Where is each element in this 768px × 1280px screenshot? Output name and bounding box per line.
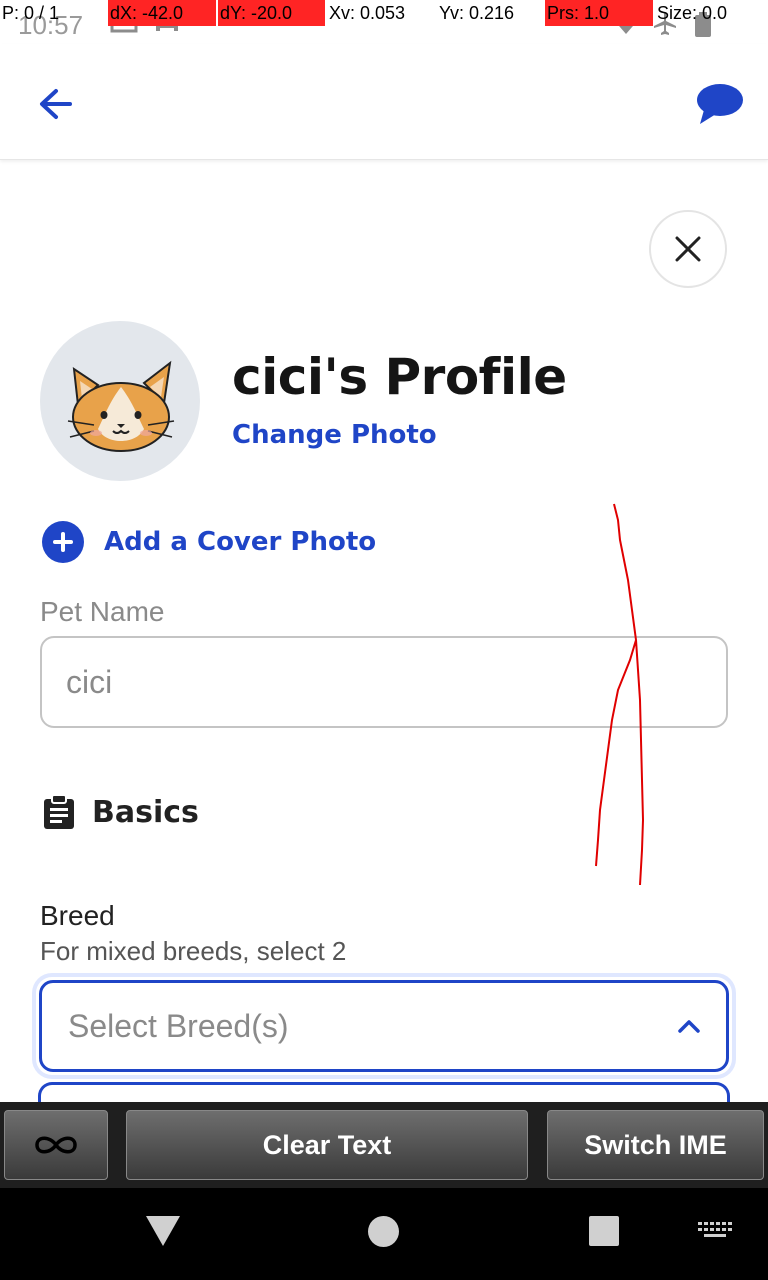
chevron-up-icon (678, 1020, 700, 1033)
debug-size: Size: 0.0 (657, 3, 728, 23)
add-cover-photo-button[interactable]: Add a Cover Photo (42, 520, 376, 564)
touch-trace-line (595, 503, 645, 886)
pet-name-label: Pet Name (40, 596, 165, 627)
infinity-button[interactable] (4, 1110, 108, 1180)
screen: 10:57 P: 0 / 1 dX: -42.0 dY: -20.0 Xv: 0… (0, 0, 768, 1280)
nav-recents-icon[interactable] (589, 1216, 619, 1246)
nav-home-icon[interactable] (368, 1216, 399, 1247)
breed-hint: For mixed breeds, select 2 (40, 936, 347, 966)
switch-ime-button[interactable]: Switch IME (547, 1110, 764, 1180)
clear-text-button[interactable]: Clear Text (126, 1110, 528, 1180)
breed-label: Breed (40, 900, 115, 931)
avatar[interactable] (40, 321, 200, 481)
chat-button[interactable] (694, 80, 746, 128)
debug-yv: Yv: 0.216 (439, 3, 515, 23)
chat-bubble-icon (697, 84, 743, 124)
clipboard-icon (44, 794, 74, 829)
change-photo-link[interactable]: Change Photo (232, 420, 437, 450)
basics-section-header: Basics (42, 794, 199, 830)
debug-pressure: Prs: 1.0 (545, 0, 653, 26)
cat-face-icon (67, 360, 175, 452)
infinity-icon (35, 1136, 77, 1154)
basics-label: Basics (92, 794, 199, 830)
debug-dx: dX: -42.0 (108, 0, 216, 26)
ime-toolbar: Clear Text Switch IME (0, 1102, 768, 1188)
page-title: cici's Profile (232, 348, 567, 406)
close-icon (675, 236, 701, 262)
back-button[interactable] (34, 82, 78, 126)
breed-placeholder: Select Breed(s) (68, 1007, 289, 1044)
keyboard-icon[interactable] (698, 1222, 732, 1240)
add-cover-photo-label: Add a Cover Photo (104, 527, 377, 557)
plus-circle-icon (42, 521, 84, 563)
close-button[interactable] (649, 210, 727, 288)
status-bar: 10:57 P: 0 / 1 dX: -42.0 dY: -20.0 Xv: 0… (0, 0, 768, 44)
debug-dy: dY: -20.0 (218, 0, 325, 26)
debug-pointer: P: 0 / 1 (2, 3, 60, 23)
debug-xv: Xv: 0.053 (329, 3, 406, 23)
pointer-debug-overlay: P: 0 / 1 dX: -42.0 dY: -20.0 Xv: 0.053 Y… (0, 0, 768, 26)
navigation-bar (0, 1188, 768, 1280)
app-bar (0, 44, 768, 160)
breed-select[interactable]: Select Breed(s) (36, 977, 732, 1075)
breed-select-field[interactable]: Select Breed(s) (39, 980, 729, 1072)
nav-back-icon[interactable] (146, 1216, 180, 1246)
arrow-left-icon (40, 89, 72, 119)
